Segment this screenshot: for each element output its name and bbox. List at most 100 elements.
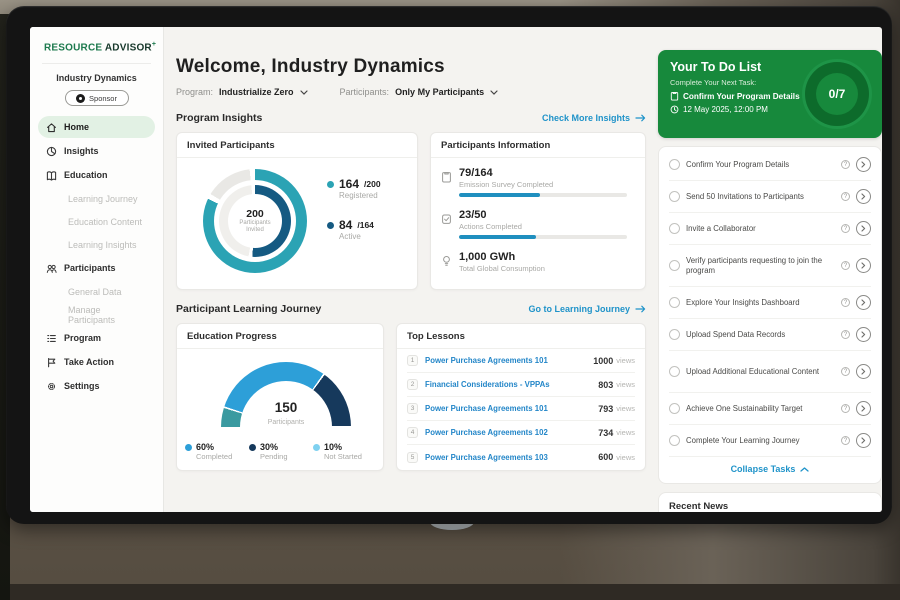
stat-bar-fill-1 (459, 235, 536, 239)
sidebar-item-manage-participants[interactable]: Manage Participants (38, 304, 155, 325)
chevron-right-icon (861, 437, 866, 444)
info-icon[interactable]: ? (841, 224, 850, 233)
legend-not-started: 10% Not Started (313, 442, 377, 461)
divider (42, 63, 151, 64)
check-more-insights-link[interactable]: Check More Insights (542, 113, 646, 123)
task-verify-participants[interactable]: Verify participants requesting to join t… (669, 245, 871, 287)
sidebar-item-participants[interactable]: Participants (38, 257, 155, 279)
sidebar-item-home[interactable]: Home (38, 116, 155, 138)
stat-global-consumption: 1,000 GWh Total Global Consumption (441, 251, 637, 273)
task-upload-educational-content[interactable]: Upload Additional Educational Content ? (669, 351, 871, 393)
info-icon[interactable]: ? (841, 330, 850, 339)
info-icon[interactable]: ? (841, 367, 850, 376)
sidebar-item-settings[interactable]: Settings (38, 375, 155, 397)
info-icon[interactable]: ? (841, 404, 850, 413)
arrow-right-icon (635, 305, 646, 313)
sidebar-item-program[interactable]: Program (38, 327, 155, 349)
task-go-button[interactable] (856, 364, 871, 379)
sidebar-item-take-action[interactable]: Take Action (38, 351, 155, 373)
task-go-button[interactable] (856, 221, 871, 236)
sidebar-item-learning-insights[interactable]: Learning Insights (38, 234, 155, 255)
program-filter-value[interactable]: Industrialize Zero (219, 87, 294, 97)
task-confirm-program-details[interactable]: Confirm Your Program Details ? (669, 149, 871, 181)
info-icon[interactable]: ? (841, 298, 850, 307)
invited-participants-title: Invited Participants (177, 133, 417, 158)
lesson-link[interactable]: Power Purchase Agreements 102 (425, 428, 598, 437)
lesson-row: 3 Power Purchase Agreements 101 793views (407, 397, 635, 421)
task-checkbox[interactable] (669, 297, 680, 308)
collapse-tasks-link[interactable]: Collapse Tasks (659, 457, 881, 481)
task-checkbox[interactable] (669, 191, 680, 202)
task-go-button[interactable] (856, 258, 871, 273)
org-name: Industry Dynamics (30, 73, 163, 83)
task-achieve-target[interactable]: Achieve One Sustainability Target ? (669, 393, 871, 425)
program-filter-label: Program: (176, 87, 213, 97)
task-go-button[interactable] (856, 157, 871, 172)
chevron-down-icon[interactable] (490, 90, 498, 95)
task-go-button[interactable] (856, 327, 871, 342)
emission-progress-bar (459, 193, 627, 197)
task-checkbox[interactable] (669, 435, 680, 446)
go-to-learning-journey-link[interactable]: Go to Learning Journey (528, 304, 646, 314)
task-checkbox[interactable] (669, 223, 680, 234)
info-icon[interactable]: ? (841, 192, 850, 201)
participants-filter-value[interactable]: Only My Participants (395, 87, 484, 97)
task-checkbox[interactable] (669, 366, 680, 377)
lightbulb-icon (441, 255, 452, 267)
lesson-link[interactable]: Power Purchase Agreements 101 (425, 356, 593, 365)
sidebar-item-education[interactable]: Education (38, 164, 155, 186)
todo-hero-card: Your To Do List Complete Your Next Task:… (658, 50, 882, 138)
info-icon[interactable]: ? (841, 160, 850, 169)
participants-information-card: Participants Information 79/164 Emission… (430, 132, 646, 290)
actions-progress-bar (459, 235, 627, 239)
completed-dot (185, 444, 192, 451)
desk-edge (0, 584, 900, 600)
arrow-right-icon (635, 114, 646, 122)
sidebar-item-general-data[interactable]: General Data (38, 281, 155, 302)
task-go-button[interactable] (856, 189, 871, 204)
task-list: Confirm Your Program Details ? Send 50 I… (658, 146, 882, 484)
donut-center-label: 200 Participants Invited (228, 194, 282, 248)
task-checkbox[interactable] (669, 403, 680, 414)
actions-icon (441, 213, 452, 225)
lesson-link[interactable]: Power Purchase Agreements 103 (425, 453, 598, 462)
task-send-invitations[interactable]: Send 50 Invitations to Participants ? (669, 181, 871, 213)
task-checkbox[interactable] (669, 260, 680, 271)
home-icon (46, 122, 57, 133)
learning-journey-heading: Participant Learning Journey (176, 303, 321, 315)
todo-progress-ring: 0/7 (802, 59, 872, 129)
task-upload-spend-data[interactable]: Upload Spend Data Records ? (669, 319, 871, 351)
participants-icon (46, 263, 57, 274)
sponsor-badge: Sponsor (65, 90, 129, 106)
info-icon[interactable]: ? (841, 261, 850, 270)
task-go-button[interactable] (856, 433, 871, 448)
sidebar-item-learning-journey[interactable]: Learning Journey (38, 188, 155, 209)
sidebar-nav: Home Insights Education Learning Journey… (30, 116, 163, 397)
task-go-button[interactable] (856, 401, 871, 416)
lesson-row: 4 Power Purchase Agreements 102 734views (407, 421, 635, 445)
task-invite-collaborator[interactable]: Invite a Collaborator ? (669, 213, 871, 245)
chevron-right-icon (861, 262, 866, 269)
registered-dot (327, 181, 334, 188)
rank-badge: 4 (407, 427, 418, 438)
education-gauge: 150 Participants (221, 362, 351, 428)
lesson-link[interactable]: Financial Considerations - VPPAs (425, 380, 598, 389)
take-action-icon (46, 357, 57, 368)
gauge-center-value: 150 (221, 400, 351, 415)
chevron-up-icon (800, 467, 809, 472)
info-icon[interactable]: ? (841, 436, 850, 445)
sidebar-item-education-content[interactable]: Education Content (38, 211, 155, 232)
clipboard-icon (670, 91, 679, 101)
task-checkbox[interactable] (669, 329, 680, 340)
legend-completed: 60% Completed (185, 442, 249, 461)
task-explore-insights[interactable]: Explore Your Insights Dashboard ? (669, 287, 871, 319)
stat-emission-survey: 79/164 Emission Survey Completed (441, 167, 637, 197)
participants-information-title: Participants Information (431, 133, 645, 158)
task-complete-learning-journey[interactable]: Complete Your Learning Journey ? (669, 425, 871, 457)
task-checkbox[interactable] (669, 159, 680, 170)
lesson-link[interactable]: Power Purchase Agreements 101 (425, 404, 598, 413)
chevron-right-icon (861, 225, 866, 232)
chevron-down-icon[interactable] (300, 90, 308, 95)
task-go-button[interactable] (856, 295, 871, 310)
sidebar-item-insights[interactable]: Insights (38, 140, 155, 162)
